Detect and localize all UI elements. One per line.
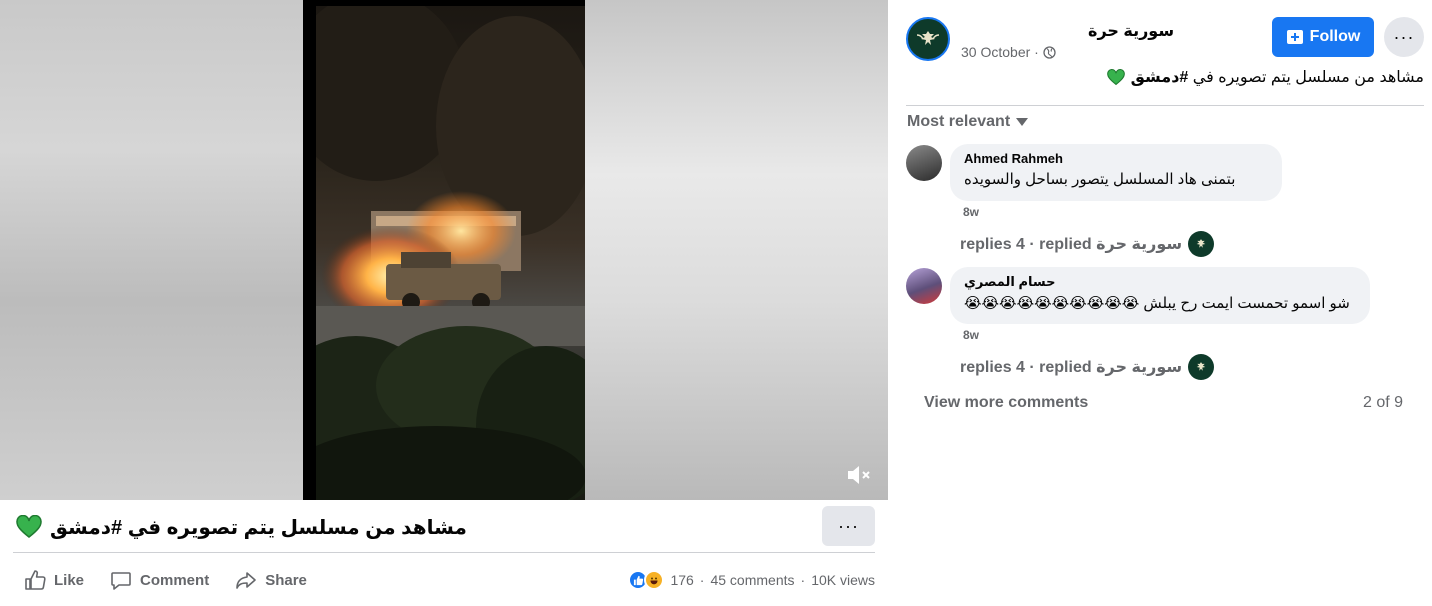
- replies-label: replies 4 · replied سورية حرة: [960, 359, 1183, 376]
- video-still: [316, 6, 585, 500]
- globe-icon: [1043, 45, 1056, 59]
- share-button[interactable]: Share: [235, 569, 307, 591]
- page-name[interactable]: سورية حرة: [1088, 21, 1174, 41]
- like-button[interactable]: Like: [24, 569, 84, 591]
- comment-text: شو اسمو تحمست ايمت رح يبلش 😭😭😭😭😭😭😭😭😭😭: [964, 295, 1350, 312]
- speaker-muted-icon[interactable]: [845, 462, 871, 488]
- comment-sort-dropdown[interactable]: Most relevant: [907, 113, 1029, 131]
- post-actions: Like Comment Share: [24, 566, 307, 594]
- stats-separator: ·: [800, 572, 806, 588]
- reaction-count[interactable]: 176: [670, 572, 693, 588]
- page-mini-avatar: [1188, 354, 1215, 380]
- comment-author[interactable]: Ahmed Rahmeh: [964, 151, 1268, 166]
- post-caption-text: مشاهد من مسلسل يتم تصويره في #دمشق: [50, 516, 467, 539]
- avatar[interactable]: [906, 268, 942, 304]
- chevron-down-icon: [1016, 118, 1029, 126]
- video-frame[interactable]: [303, 0, 585, 500]
- post-caption: مشاهد من مسلسل يتم تصويره في #دمشق: [16, 511, 776, 543]
- green-heart-icon: [1106, 68, 1125, 86]
- panel-caption: مشاهد من مسلسل يتم تصويره في #دمشق: [1106, 67, 1424, 87]
- sort-label: Most relevant: [907, 113, 1011, 130]
- thumbs-up-icon: [25, 570, 46, 590]
- video-player[interactable]: [0, 0, 888, 500]
- comment-pager: 2 of 9: [1363, 394, 1404, 411]
- post-side-panel: سورية حرة 30 October · Follow ··· مشاهد …: [888, 0, 1432, 606]
- post-date[interactable]: 30 October ·: [961, 44, 1056, 60]
- avatar[interactable]: [906, 145, 942, 181]
- comment-button[interactable]: Comment: [110, 569, 209, 591]
- green-heart-icon: [16, 514, 42, 539]
- share-icon: [236, 572, 256, 589]
- panel-caption-text: مشاهد من مسلسل يتم تصويره في #دمشق: [1131, 67, 1424, 87]
- view-more-comments-link[interactable]: View more comments: [924, 394, 1088, 412]
- night-fire-scene: [316, 6, 585, 500]
- comment-author[interactable]: حسام المصري: [964, 274, 1356, 290]
- page-avatar[interactable]: [906, 17, 950, 61]
- reaction-icons[interactable]: [628, 570, 665, 590]
- comment-timestamp[interactable]: 8w: [963, 205, 979, 219]
- divider: [13, 552, 875, 553]
- more-options-button[interactable]: ···: [1384, 17, 1424, 57]
- replies-label: replies 4 · replied سورية حرة: [960, 236, 1183, 253]
- page-mini-avatar: [1188, 231, 1215, 257]
- view-count: 10K views: [811, 572, 875, 588]
- post-date-text: 30 October ·: [961, 44, 1039, 60]
- stats-separator: ·: [699, 572, 705, 588]
- follow-button[interactable]: Follow: [1272, 17, 1374, 57]
- haha-reaction-icon: [644, 570, 665, 590]
- post-stats: 176 · 45 comments · 10K views: [628, 567, 875, 593]
- view-replies-link[interactable]: replies 4 · replied سورية حرة: [960, 231, 1215, 257]
- share-label: Share: [265, 571, 307, 589]
- eagle-emblem-icon: [1196, 362, 1206, 371]
- comment-icon: [111, 572, 131, 590]
- follow-plus-icon: [1286, 30, 1303, 44]
- video-blur-background-right: [585, 0, 888, 500]
- like-label: Like: [54, 571, 85, 589]
- follow-label: Follow: [1309, 28, 1361, 45]
- post-more-button[interactable]: ···: [822, 506, 875, 546]
- view-replies-link[interactable]: replies 4 · replied سورية حرة: [960, 354, 1215, 380]
- hashtag-link[interactable]: #دمشق: [1131, 69, 1189, 86]
- eagle-emblem-icon: [1196, 239, 1206, 248]
- comment-label: Comment: [140, 571, 210, 589]
- comment-timestamp[interactable]: 8w: [963, 328, 979, 342]
- comment-text: بتمنى هاد المسلسل يتصور بساحل والسويده: [964, 171, 1236, 188]
- comment-bubble: Ahmed Rahmeh بتمنى هاد المسلسل يتصور بسا…: [950, 144, 1282, 201]
- comment-count[interactable]: 45 comments: [710, 572, 794, 588]
- video-blur-background-left: [0, 0, 303, 500]
- eagle-emblem-icon: [916, 31, 940, 45]
- divider: [906, 105, 1424, 106]
- caption-plain-text: مشاهد من مسلسل يتم تصويره في: [1188, 69, 1424, 86]
- comment-bubble: حسام المصري شو اسمو تحمست ايمت رح يبلش 😭…: [950, 267, 1370, 324]
